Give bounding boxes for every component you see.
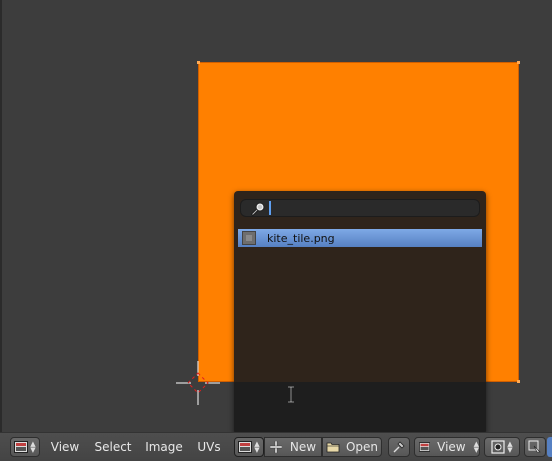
browse-image-button[interactable]: ▲ ▼: [234, 437, 264, 457]
pin-button[interactable]: [388, 437, 410, 457]
search-result-label: kite_tile.png: [267, 231, 335, 245]
open-image-button[interactable]: Open: [322, 437, 382, 457]
popup-footer: [234, 382, 486, 432]
image-search-popup: kite_tile.png: [234, 191, 486, 432]
menu-view[interactable]: View: [51, 437, 79, 457]
image-corner-marker: [517, 380, 520, 383]
dropdown-arrows-icon: ▲ ▼: [254, 440, 260, 454]
search-field[interactable]: [240, 199, 480, 217]
editor-header: ▲ ▼ View Select Image UVs ▲ ▼ New Open V…: [0, 432, 552, 461]
pivot-icon: [491, 440, 505, 454]
open-button-label: Open: [345, 440, 379, 454]
dropdown-arrows-icon: ▲ ▼: [30, 440, 36, 454]
magnifier-icon: [251, 202, 265, 216]
view-mode-dropdown[interactable]: View ▲ ▼: [414, 437, 480, 457]
sync-selection-button[interactable]: [524, 437, 546, 457]
2d-cursor-icon[interactable]: [176, 361, 220, 405]
image-thumbnail-icon: [242, 231, 256, 245]
pivot-dropdown[interactable]: ▲ ▼: [484, 437, 520, 457]
image-browse-icon: [238, 441, 253, 453]
image-editor-icon: [419, 442, 431, 452]
editor-type-button[interactable]: ▲ ▼: [10, 437, 40, 457]
uv-image-editor-viewport[interactable]: kite_tile.png: [0, 0, 552, 432]
image-corner-marker: [517, 61, 520, 64]
plus-icon: [269, 441, 282, 453]
dropdown-arrows-icon: ▲ ▼: [473, 440, 479, 454]
uv-sync-icon: [528, 440, 541, 453]
menu-image[interactable]: Image: [145, 437, 183, 457]
search-result-item[interactable]: kite_tile.png: [238, 229, 482, 247]
menu-select[interactable]: Select: [94, 437, 131, 457]
new-image-button[interactable]: New: [264, 437, 322, 457]
menu-uvs[interactable]: UVs: [197, 437, 221, 457]
dropdown-arrows-icon: ▲ ▼: [507, 440, 513, 454]
view-mode-label: View: [437, 440, 466, 454]
search-input[interactable]: [269, 201, 471, 215]
header-overflow-button[interactable]: [547, 437, 552, 457]
pin-icon: [393, 441, 405, 453]
text-cursor-icon: [288, 386, 294, 403]
new-button-label: New: [289, 440, 317, 454]
folder-icon: [326, 442, 340, 453]
image-corner-marker: [197, 61, 200, 64]
image-editor-icon: [14, 441, 29, 453]
